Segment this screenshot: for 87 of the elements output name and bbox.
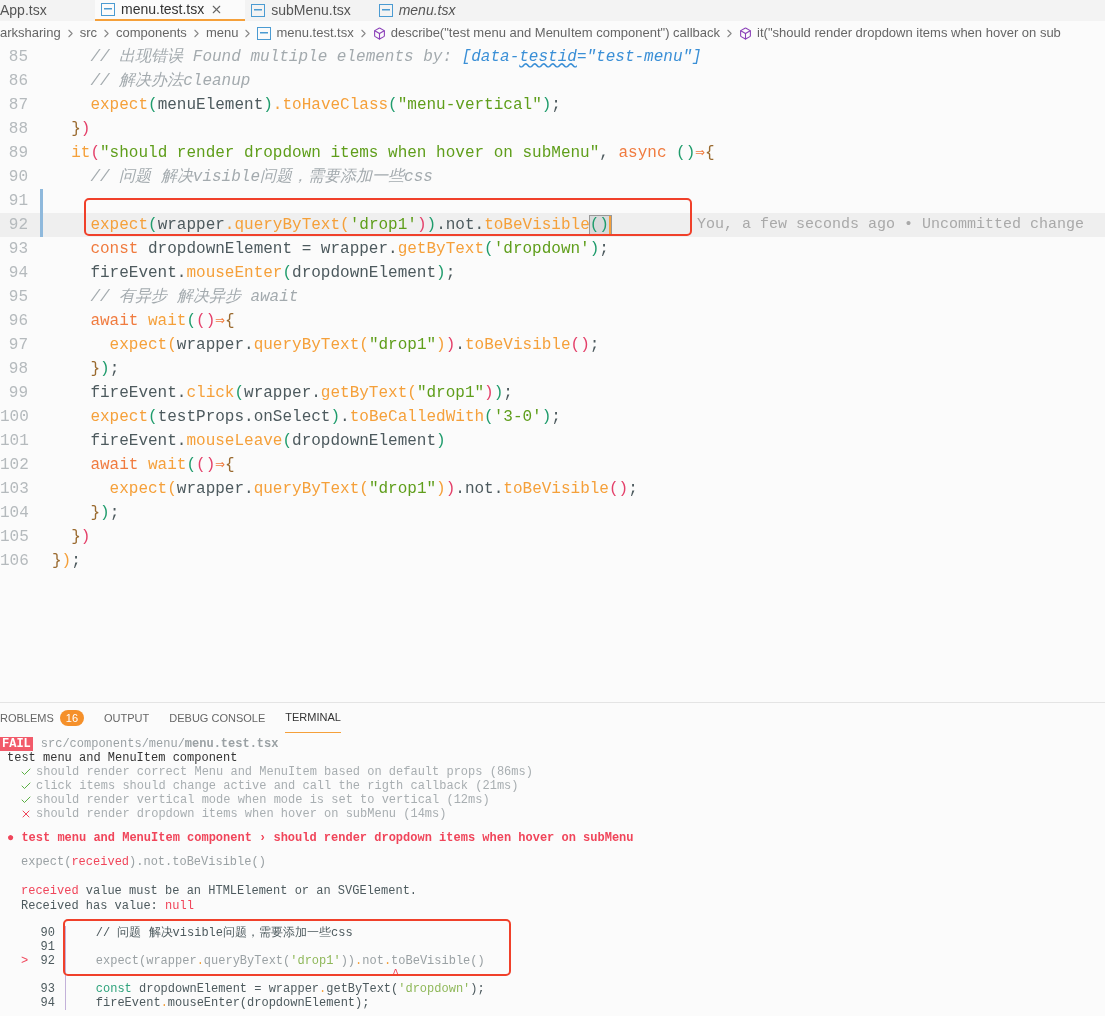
- breadcrumb-item[interactable]: menu.test.tsx: [276, 23, 354, 43]
- breadcrumb-item[interactable]: describe("test menu and MenuItem component") callback: [390, 23, 721, 43]
- code-text: fireEvent.click(wrapper.getByText("drop1"));: [89, 383, 513, 404]
- line-number: 99: [7, 383, 28, 404]
- typescript-file-icon: [251, 4, 266, 17]
- line-number: 93: [7, 239, 28, 260]
- panel-tab[interactable]: ROBLEMS 16: [0, 703, 85, 733]
- code-text: await wait(()⇒{: [89, 311, 235, 332]
- typescript-file-icon: [378, 4, 393, 17]
- code-text: }): [70, 119, 91, 140]
- code-text: // 有异步 解决异步 await: [89, 287, 299, 308]
- frame-line-number: 91: [39, 940, 55, 954]
- code-text: });: [89, 359, 120, 380]
- error-message: received value must be an HTMLElement or an SVGElement.: [21, 884, 418, 899]
- editor-tab[interactable]: menu.test.tsx: [95, 0, 246, 21]
- editor-tab[interactable]: App.tsx: [0, 0, 95, 21]
- line-number: 89: [7, 143, 28, 164]
- code-text: // 出现错误 Found multiple elements by: [data-testid="test-menu"]: [89, 47, 702, 68]
- breadcrumb-item[interactable]: menu: [205, 23, 239, 43]
- breadcrumb-item[interactable]: it("should render dropdown items when hover on sub: [757, 23, 1061, 43]
- line-number: 88: [7, 119, 28, 140]
- frame-line-number: 90: [39, 926, 55, 940]
- code-text: await wait(()⇒{: [89, 455, 235, 476]
- code-text: expect(wrapper.queryByText("drop1")).not.toBeVisible();: [108, 479, 638, 500]
- line-number: 103: [0, 479, 28, 500]
- git-blame-annotation: You, a few seconds ago • Uncommitted change: [696, 214, 1085, 235]
- breadcrumb-item[interactable]: components: [116, 23, 187, 43]
- breadcrumb-item[interactable]: src: [79, 23, 98, 43]
- panel-tab[interactable]: TERMINAL: [285, 703, 341, 733]
- frame-code: fireEvent.mouseEnter(dropdownElement);: [94, 996, 370, 1010]
- count-badge: 16: [59, 709, 85, 727]
- test-result: should render vertical mode when mode is set to vertical (12ms): [36, 793, 490, 807]
- frame-line-number: 92: [39, 954, 55, 968]
- error-message: expect(received).not.toBeVisible(): [21, 855, 266, 870]
- code-text: expect(wrapper.queryByText('drop1')).not.toBeVisible(): [89, 215, 611, 236]
- code-text: fireEvent.mouseLeave(dropdownElement): [89, 431, 446, 452]
- line-number: 104: [0, 503, 28, 524]
- code-text: // 解决办法cleanup: [89, 71, 251, 92]
- frame-line-number: 94: [39, 996, 55, 1010]
- typescript-file-icon: [101, 3, 115, 16]
- code-text: const dropdownElement = wrapper.getByText('dropdown');: [89, 239, 609, 260]
- cube-icon: [372, 26, 386, 40]
- code-text: expect(menuElement).toHaveClass("menu-vertical");: [89, 95, 561, 116]
- code-text: });: [52, 551, 81, 572]
- test-suite-name: test menu and MenuItem component: [7, 751, 239, 765]
- line-number: 102: [0, 455, 28, 476]
- error-message: Received has value: null: [21, 899, 194, 914]
- pointer-marker: >: [21, 954, 29, 968]
- code-text: it("should render dropdown items when hover on subMenu", async ()⇒{: [70, 143, 715, 164]
- frame-code: expect(wrapper.queryByText('drop1')).not.toBeVisible(): [94, 954, 485, 968]
- line-number: 98: [7, 359, 28, 380]
- line-number: 97: [7, 335, 28, 356]
- line-number: 94: [7, 263, 28, 284]
- line-number: 96: [7, 311, 28, 332]
- test-result: should render dropdown items when hover on subMenu (14ms): [36, 807, 447, 821]
- line-number: 92: [7, 215, 28, 236]
- error-title: ● test menu and MenuItem component › should render dropdown items when hover on subMenu: [7, 831, 635, 845]
- cube-icon: [739, 26, 753, 40]
- frame-code: // 问题 解决visible问题，需要添加一些css: [94, 926, 353, 940]
- editor-tab[interactable]: subMenu.tsx: [245, 0, 373, 21]
- panel-tab[interactable]: DEBUG CONSOLE: [169, 703, 266, 733]
- line-number: 85: [7, 47, 28, 68]
- line-number: 101: [0, 431, 28, 452]
- editor-tab[interactable]: menu.tsx: [372, 0, 478, 21]
- line-number: 106: [0, 551, 28, 572]
- test-result: click items should change active and call the rigth callback (21ms): [36, 779, 519, 793]
- line-number: 87: [7, 95, 28, 116]
- line-number: 105: [0, 527, 28, 548]
- test-result: should render correct Menu and MenuItem based on default props (86ms): [36, 765, 533, 779]
- breadcrumb-item[interactable]: arksharing: [0, 23, 61, 43]
- line-number: 90: [7, 167, 28, 188]
- code-text: fireEvent.mouseEnter(dropdownElement);: [89, 263, 456, 284]
- test-file-path: src/components/menu/menu.test.tsx: [40, 737, 279, 751]
- code-text: expect(wrapper.queryByText("drop1")).toBeVisible();: [108, 335, 600, 356]
- line-number: 91: [7, 191, 28, 212]
- line-number: 86: [7, 71, 28, 92]
- typescript-file-icon: [257, 26, 272, 40]
- fail-badge: FAIL: [0, 737, 33, 751]
- line-number: 95: [7, 287, 28, 308]
- line-number: 100: [0, 407, 28, 428]
- frame-code: const dropdownElement = wrapper.getByText('dropdown');: [94, 982, 485, 996]
- code-text: // 问题 解决visible问题，需要添加一些css: [89, 167, 433, 188]
- panel-tab[interactable]: OUTPUT: [104, 703, 150, 733]
- code-text: }): [70, 527, 91, 548]
- frame-line-number: 93: [39, 982, 55, 996]
- code-text: expect(testProps.onSelect).toBeCalledWith('3-0');: [89, 407, 561, 428]
- code-text: });: [89, 503, 120, 524]
